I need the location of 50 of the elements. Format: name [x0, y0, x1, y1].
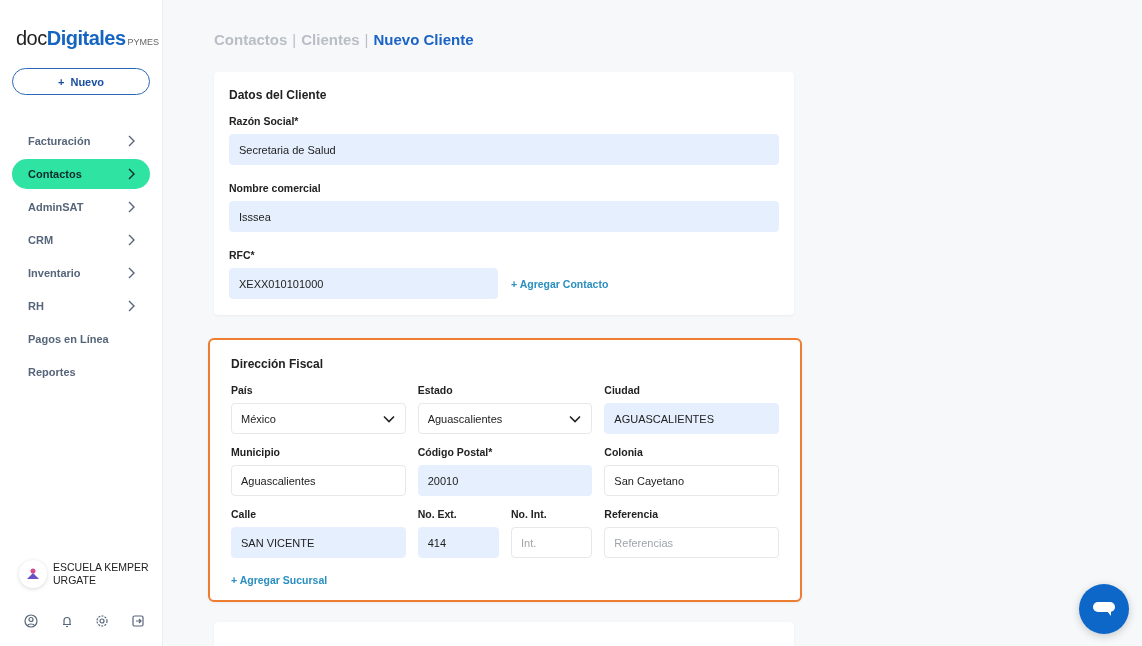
input-field[interactable]: Aguascalientes	[231, 465, 406, 496]
input-field[interactable]: Isssea	[229, 201, 779, 232]
sidebar-item[interactable]: Reportes	[12, 357, 150, 387]
field-label: No. Int.	[511, 508, 548, 520]
field-label: Código Postal*	[417, 446, 494, 458]
input-field[interactable]: 20010	[417, 465, 593, 496]
settings-icon[interactable]	[95, 614, 110, 628]
add-contact-link[interactable]: + Agregar Contacto	[511, 277, 609, 290]
sidebar-item[interactable]: Facturación	[12, 126, 150, 156]
breadcrumb-item: Nuevo Cliente	[373, 31, 474, 48]
sidebar-item[interactable]: RH	[12, 291, 150, 321]
account-name: ESCUELA KEMPER URGATE	[53, 561, 150, 587]
section-title: Dirección Fiscal	[231, 357, 325, 371]
field-label: País	[231, 384, 254, 396]
field-label: Ciudad	[604, 384, 641, 396]
field-label: Referencia	[604, 508, 660, 520]
sidebar-item[interactable]: Contactos	[12, 159, 150, 189]
chat-button[interactable]	[1079, 584, 1129, 634]
field-label: Nombre comercial	[229, 182, 322, 194]
field-label: Razón Social*	[229, 115, 300, 127]
breadcrumb-separator: |	[364, 31, 369, 48]
sidebar-item[interactable]: Pagos en Línea	[12, 324, 150, 354]
logout-icon[interactable]	[130, 614, 145, 628]
chevron-down-icon	[569, 414, 582, 423]
field-label: Calle	[231, 508, 258, 520]
input-field[interactable]: AGUASCALIENTES	[604, 403, 779, 434]
sidebar-item[interactable]: Inventario	[12, 258, 150, 288]
input-field[interactable]: San Cayetano	[604, 465, 779, 496]
input-field[interactable]: SAN VICENTE	[231, 527, 406, 558]
chat-bubble-icon	[1092, 600, 1116, 618]
field-label: No. Ext.	[417, 508, 458, 520]
field-label: Municipio	[231, 446, 281, 458]
account-avatar	[19, 560, 47, 588]
sidebar-item[interactable]: CRM	[12, 225, 150, 255]
chevron-down-icon	[382, 414, 395, 423]
logo: docDigitales PYMES	[15, 26, 161, 51]
field-label: Estado	[417, 384, 454, 396]
select-field[interactable]: Aguascalientes	[417, 403, 593, 434]
input-field[interactable]: 414	[417, 527, 499, 558]
section-title: Datos del Cliente	[229, 88, 328, 102]
add-branch-link[interactable]: + Agregar Sucursal	[231, 574, 328, 586]
input-field[interactable]: XEXX010101000	[229, 268, 498, 299]
input-field[interactable]: Secretaria de Salud	[229, 134, 779, 165]
field-label: Colonia	[604, 446, 644, 458]
sidebar-item[interactable]: AdminSAT	[12, 192, 150, 222]
select-field[interactable]: México	[231, 403, 406, 434]
new-button[interactable]: + Nuevo	[12, 68, 150, 95]
user-icon[interactable]	[24, 614, 38, 628]
field-label: RFC*	[229, 249, 256, 261]
breadcrumb-separator: |	[292, 31, 297, 48]
